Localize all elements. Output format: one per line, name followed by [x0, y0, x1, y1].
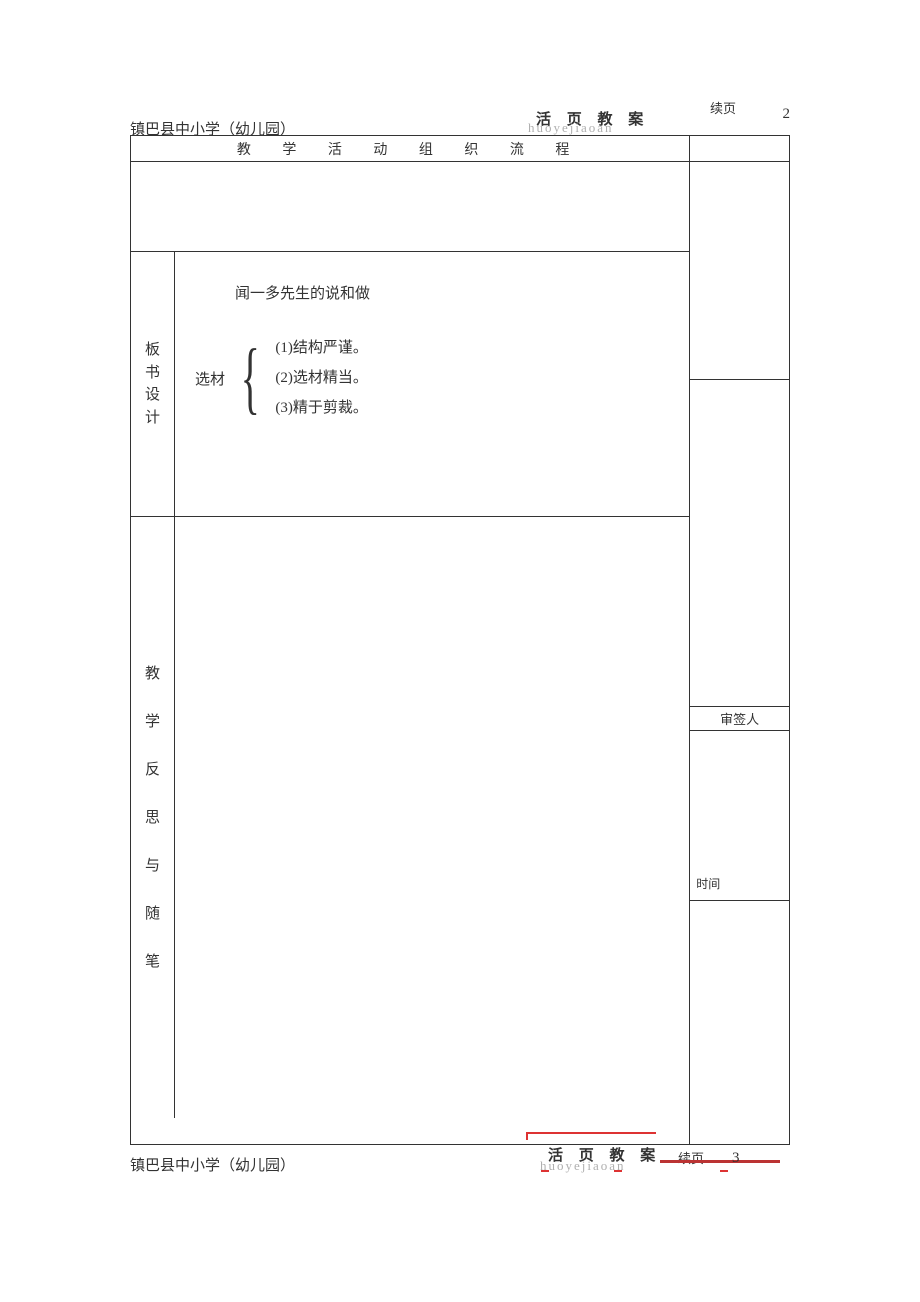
- reflection-label-text: 教学反思与随笔: [145, 650, 160, 986]
- footer-school-name: 镇巴县中小学（幼儿园）: [130, 1154, 295, 1175]
- sidebar-reviewer-label: 审签人: [690, 707, 789, 731]
- table-body: 板书设计 闻一多先生的说和做 选材 { (1)结构严谨。 (2)选材精当。 (3…: [131, 162, 789, 1144]
- flow-header-row: 教 学 活 动 组 织 流 程: [131, 136, 789, 162]
- sidebar-time-cell: [690, 901, 789, 1144]
- reflection-row: 教学反思与随笔: [131, 517, 689, 1118]
- board-design-label-text: 板书设计: [145, 339, 160, 429]
- material-selection-block: 选材 { (1)结构严谨。 (2)选材精当。 (3)精于剪裁。: [195, 333, 669, 423]
- flow-header-title: 教 学 活 动 组 织 流 程: [131, 136, 689, 161]
- board-design-content: 闻一多先生的说和做 选材 { (1)结构严谨。 (2)选材精当。 (3)精于剪裁…: [175, 252, 689, 516]
- sidebar-time-label: 时间: [696, 875, 720, 892]
- reflection-content: [175, 517, 689, 1118]
- header-huoye-pinyin: huoyejiaoan: [528, 120, 614, 136]
- reflection-label: 教学反思与随笔: [131, 517, 175, 1118]
- lesson-plan-table: 教 学 活 动 组 织 流 程 板书设计 闻一多先生的说和做 选材 { (1)结…: [130, 135, 790, 1145]
- point-3: (3)精于剪裁。: [275, 393, 368, 423]
- footer-page-number: 3: [732, 1150, 740, 1167]
- board-design-label: 板书设计: [131, 252, 175, 516]
- red-line-icon: [660, 1160, 780, 1163]
- red-underline-3-icon: [720, 1170, 728, 1172]
- lesson-title: 闻一多先生的说和做: [235, 282, 669, 303]
- footer-xuye-label: 续页: [678, 1148, 704, 1167]
- sidebar-cell-2: [690, 380, 789, 707]
- header-xuye-label: 续页: [710, 98, 736, 117]
- header-page-number: 2: [783, 106, 791, 123]
- board-design-row: 板书设计 闻一多先生的说和做 选材 { (1)结构严谨。 (2)选材精当。 (3…: [131, 252, 689, 517]
- point-2: (2)选材精当。: [275, 363, 368, 393]
- point-1: (1)结构严谨。: [275, 333, 368, 363]
- flow-header-side: [689, 136, 789, 161]
- red-underline-2-icon: [614, 1170, 622, 1172]
- footer-huoye-pinyin: huoyejiaoan: [540, 1158, 626, 1174]
- red-corner-mark-icon: [526, 1132, 656, 1140]
- material-points: (1)结构严谨。 (2)选材精当。 (3)精于剪裁。: [275, 333, 368, 423]
- right-sidebar: 审签人 时间: [689, 162, 789, 1144]
- material-label: 选材: [195, 368, 225, 389]
- sidebar-reviewer-cell: 时间: [690, 731, 789, 901]
- left-brace-icon: {: [241, 333, 260, 423]
- empty-activity-cell: [131, 162, 689, 252]
- left-column: 板书设计 闻一多先生的说和做 选材 { (1)结构严谨。 (2)选材精当。 (3…: [131, 162, 689, 1144]
- red-underline-1-icon: [541, 1170, 549, 1172]
- sidebar-cell-1: [690, 162, 789, 380]
